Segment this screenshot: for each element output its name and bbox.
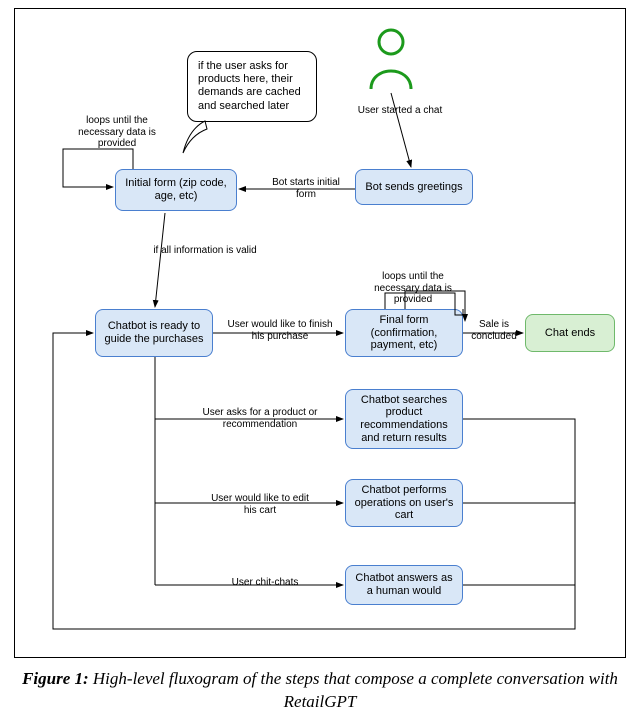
speech-tail [177,119,209,155]
node-ready: Chatbot is ready to guide the purchases [95,309,213,357]
user-icon [365,27,417,91]
diagram-frame: if the user asks for products here, thei… [14,8,626,658]
node-chitchat: Chatbot answers as a human would [345,565,463,605]
label-asks-product: User asks for a product or recommendatio… [195,407,325,430]
figure-caption: Figure 1: High-level fluxogram of the st… [0,668,640,714]
label-all-valid: if all information is valid [145,245,265,257]
speech-bubble: if the user asks for products here, thei… [187,51,317,122]
label-loop-initial: loops until the necessary data is provid… [67,115,167,150]
label-user-started: User started a chat [355,105,445,117]
figure-number: Figure 1: [22,669,89,688]
caption-text: High-level fluxogram of the steps that c… [93,669,618,711]
node-cart-ops: Chatbot performs operations on user's ca… [345,479,463,527]
label-sale-concluded: Sale is concluded [467,319,521,342]
label-finish-purchase: User would like to finish his purchase [225,319,335,342]
label-edit-cart: User would like to edit his cart [205,493,315,516]
speech-text: if the user asks for products here, thei… [198,60,301,112]
node-initial-form: Initial form (zip code, age, etc) [115,169,237,211]
node-final-form: Final form (confirmation, payment, etc) [345,309,463,357]
node-greetings: Bot sends greetings [355,169,473,205]
node-search: Chatbot searches product recommendations… [345,389,463,449]
label-bot-starts: Bot starts initial form [271,177,341,200]
label-loop-final: loops until the necessary data is provid… [363,271,463,306]
node-chat-ends: Chat ends [525,314,615,352]
label-chit-chats: User chit-chats [220,577,310,589]
